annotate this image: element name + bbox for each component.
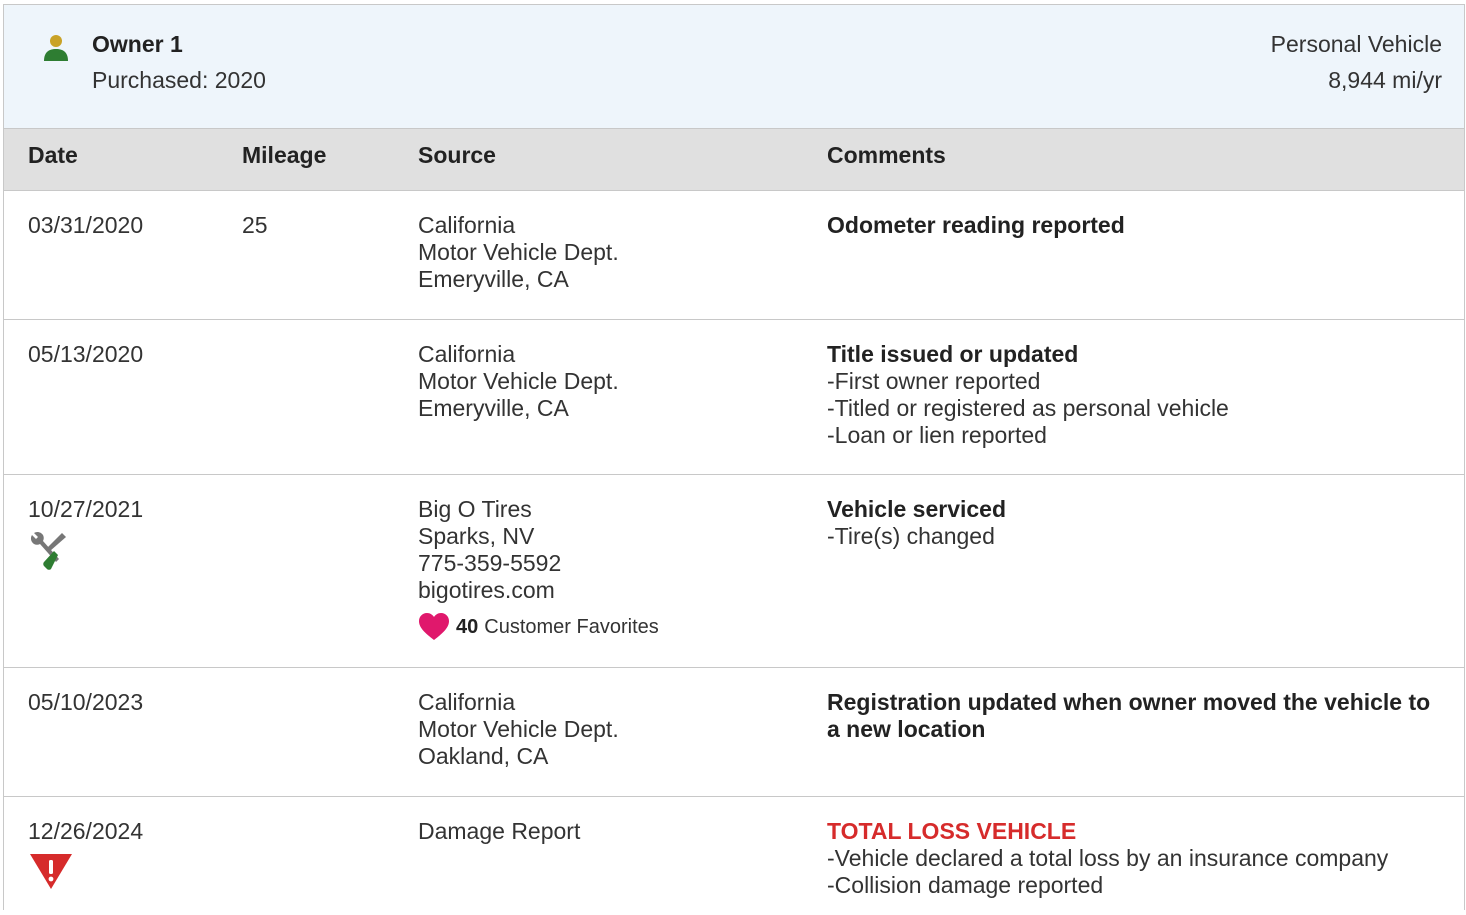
favorites-count: 40 (456, 615, 479, 638)
warning-icon (30, 854, 72, 889)
comment-title: Vehicle serviced (827, 496, 1007, 522)
source-line: Damage Report (418, 818, 581, 844)
column-header-date: Date (28, 142, 78, 168)
miles-per-year: 8,944 mi/yr (1328, 67, 1442, 93)
vehicle-history-report: Owner 1 Purchased: 2020 Personal Vehicle… (3, 4, 1465, 915)
table-row: 05/10/2023 California Motor Vehicle Dept… (4, 668, 1464, 797)
row-date: 03/31/2020 (28, 212, 144, 238)
column-header-source: Source (418, 142, 496, 168)
table-row: 10/27/2021 Big O Tires Sparks, NV 775-35… (4, 475, 1464, 668)
customer-favorites[interactable]: 40 Customer Favorites (418, 612, 659, 642)
comment-item: Collision damage reported (827, 872, 1437, 899)
row-date: 05/10/2023 (28, 689, 144, 715)
source-line: Motor Vehicle Dept. (418, 368, 619, 394)
row-source: California Motor Vehicle Dept. Emeryvill… (418, 341, 619, 422)
row-date: 10/27/2021 (28, 496, 143, 571)
owner-name: Owner 1 (92, 31, 183, 57)
comment-item: First owner reported (827, 368, 1437, 395)
table-row: 05/13/2020 California Motor Vehicle Dept… (4, 320, 1464, 475)
person-icon (44, 35, 68, 61)
row-comments: Registration updated when owner moved th… (827, 689, 1437, 743)
comment-title: Title issued or updated (827, 341, 1079, 367)
row-comments: Odometer reading reported (827, 212, 1437, 239)
source-line: 775-359-5592 (418, 550, 562, 576)
vehicle-use-type: Personal Vehicle (1270, 31, 1442, 57)
source-line: Emeryville, CA (418, 395, 569, 421)
source-line: Big O Tires (418, 496, 532, 522)
row-comments: Vehicle serviced Tire(s) changed (827, 496, 1437, 550)
row-source: California Motor Vehicle Dept. Emeryvill… (418, 212, 619, 293)
owner-header: Owner 1 Purchased: 2020 Personal Vehicle… (4, 5, 1464, 129)
source-line: California (418, 341, 516, 367)
source-line: Oakland, CA (418, 743, 549, 769)
row-date-text: 10/27/2021 (28, 496, 144, 522)
comment-item: Vehicle declared a total loss by an insu… (827, 845, 1437, 872)
row-source: Big O Tires Sparks, NV 775-359-5592 bigo… (418, 496, 659, 642)
source-line: Motor Vehicle Dept. (418, 716, 619, 742)
service-tools-icon (30, 531, 66, 570)
row-source: Damage Report (418, 818, 580, 845)
owner-purchased-year: Purchased: 2020 (92, 67, 266, 93)
row-date: 12/26/2024 (28, 818, 143, 891)
comment-title: Registration updated when owner moved th… (827, 689, 1431, 742)
column-header-mileage: Mileage (242, 142, 327, 168)
comment-item: Tire(s) changed (827, 523, 1437, 550)
source-line: Sparks, NV (418, 523, 535, 549)
source-website-link[interactable]: bigotires.com (418, 577, 659, 604)
row-date-text: 12/26/2024 (28, 818, 144, 844)
row-source: California Motor Vehicle Dept. Oakland, … (418, 689, 619, 770)
row-mileage: 25 (242, 212, 268, 238)
source-line: Emeryville, CA (418, 266, 569, 292)
row-date: 05/13/2020 (28, 341, 144, 367)
total-loss-alert: TOTAL LOSS VEHICLE (827, 818, 1077, 844)
favorites-label: Customer Favorites (484, 615, 659, 638)
table-row: 12/26/2024 Damage Report TOTAL LOSS VEHI… (4, 797, 1464, 915)
table-header: Date Mileage Source Comments (4, 129, 1464, 191)
comment-item: Loan or lien reported (827, 422, 1437, 449)
row-comments: Title issued or updated First owner repo… (827, 341, 1437, 449)
row-comments: TOTAL LOSS VEHICLE Vehicle declared a to… (827, 818, 1437, 899)
table-row: 03/31/2020 25 California Motor Vehicle D… (4, 191, 1464, 320)
comment-title: Odometer reading reported (827, 212, 1125, 238)
source-line: Motor Vehicle Dept. (418, 239, 619, 265)
comment-item: Titled or registered as personal vehicle (827, 395, 1437, 422)
source-line: California (418, 212, 516, 238)
heart-icon (419, 613, 449, 640)
source-line: California (418, 689, 516, 715)
column-header-comments: Comments (827, 142, 946, 168)
